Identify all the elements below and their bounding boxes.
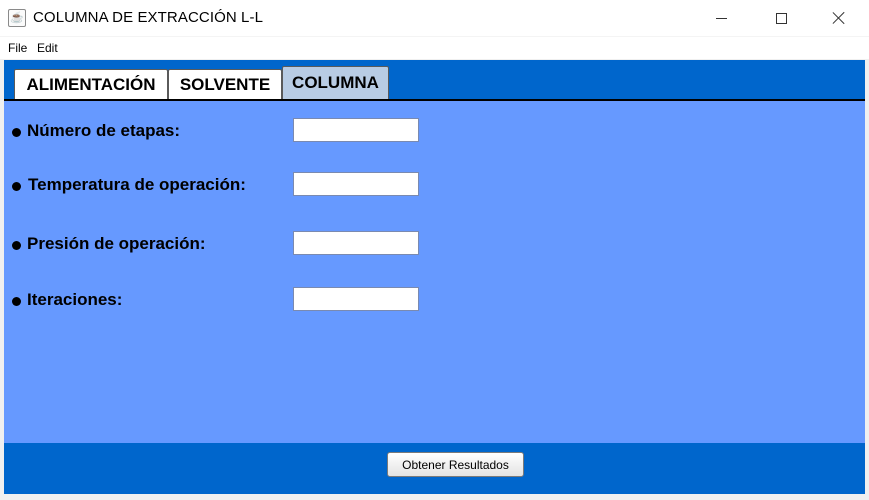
menu-file[interactable]: File — [8, 41, 27, 55]
etapas-input[interactable] — [293, 118, 419, 142]
bullet-icon — [12, 297, 21, 306]
close-icon — [832, 11, 846, 25]
presion-input[interactable] — [293, 231, 419, 255]
bullet-icon — [12, 182, 21, 191]
field-label-temperatura: Temperatura de operación: — [28, 175, 246, 194]
main-panel: ALIMENTACIÓN SOLVENTE COLUMNA Número de … — [4, 60, 865, 494]
temperatura-input[interactable] — [293, 172, 419, 196]
field-label-iteraciones: Iteraciones: — [27, 290, 123, 309]
field-label-presion: Presión de operación: — [27, 234, 206, 253]
obtener-resultados-button[interactable]: Obtener Resultados — [387, 452, 524, 477]
iteraciones-input[interactable] — [293, 287, 419, 311]
tab-solvente[interactable]: SOLVENTE — [168, 69, 282, 99]
minimize-icon — [715, 17, 727, 19]
bottom-action-bar: Obtener Resultados — [4, 443, 865, 494]
title-bar: ☕ COLUMNA DE EXTRACCIÓN L-L — [0, 0, 869, 36]
tab-columna[interactable]: COLUMNA — [282, 66, 389, 99]
maximize-icon — [775, 12, 787, 24]
tab-alimentacion[interactable]: ALIMENTACIÓN — [14, 69, 168, 99]
application-window: ☕ COLUMNA DE EXTRACCIÓN L-L File Edit AL… — [0, 0, 869, 500]
close-button[interactable] — [816, 0, 862, 36]
java-cup-icon[interactable]: ☕ — [8, 9, 26, 27]
bullet-icon — [12, 241, 21, 250]
field-label-etapas: Número de etapas: — [27, 121, 181, 140]
menu-bar: File Edit — [0, 36, 869, 59]
tab-content-columna: Número de etapas: Temperatura de operaci… — [4, 99, 865, 443]
maximize-button[interactable] — [758, 0, 804, 36]
window-title: COLUMNA DE EXTRACCIÓN L-L — [33, 9, 264, 26]
menu-edit[interactable]: Edit — [37, 41, 58, 55]
minimize-button[interactable] — [698, 0, 744, 36]
bullet-icon — [12, 128, 21, 137]
